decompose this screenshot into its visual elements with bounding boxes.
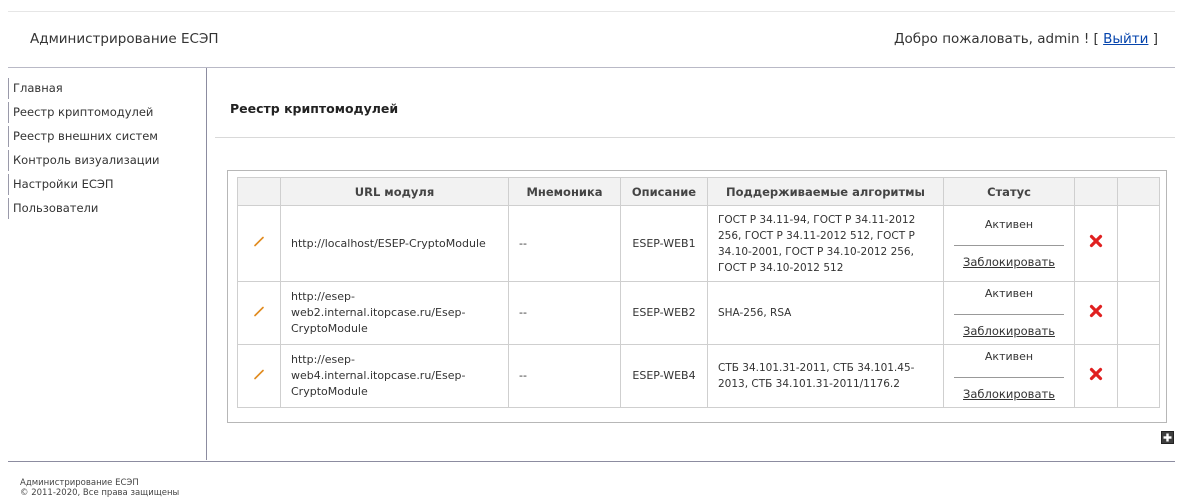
algorithms-cell: СТБ 34.101.31-2011, СТБ 34.101.45-2013, … — [707, 344, 944, 408]
pencil-icon[interactable] — [253, 235, 265, 252]
plus-icon — [1162, 432, 1173, 443]
empty-cell — [1117, 281, 1160, 345]
sidebar-item-settings[interactable]: Настройки ЕСЭП — [8, 174, 160, 195]
col-url-header: URL модуля — [280, 177, 509, 206]
url-cell: http://esep-web4.internal.itopcase.ru/Es… — [280, 344, 509, 408]
delete-cell — [1074, 281, 1118, 345]
status-cell: Активен Заблокировать — [943, 281, 1075, 345]
delete-icon[interactable] — [1089, 367, 1103, 386]
pencil-icon[interactable] — [253, 305, 265, 322]
sidebar-item-users[interactable]: Пользователи — [8, 198, 160, 219]
algorithms-cell: ГОСТ Р 34.11-94, ГОСТ Р 34.11-2012 256, … — [707, 205, 944, 282]
col-description-header: Описание — [620, 177, 708, 206]
status-cell: Активен Заблокировать — [943, 344, 1075, 408]
welcome-suffix: ] — [1148, 31, 1158, 47]
edit-cell — [237, 344, 281, 408]
crypto-modules-table: URL модуля Мнемоника Описание Поддержива… — [237, 177, 1160, 408]
col-algorithms-header: Поддерживаемые алгоритмы — [707, 177, 944, 206]
url-cell: http://esep-web2.internal.itopcase.ru/Es… — [280, 281, 509, 345]
description-cell: ESEP-WEB2 — [620, 281, 708, 345]
sidebar-item-home[interactable]: Главная — [8, 78, 160, 99]
welcome-text: Добро пожаловать, admin ! [ Выйти ] — [894, 31, 1158, 47]
footer-divider — [8, 461, 1175, 462]
status-active-text: Активен — [954, 217, 1064, 246]
pencil-icon[interactable] — [253, 368, 265, 385]
delete-icon[interactable] — [1089, 234, 1103, 253]
crypto-modules-table-container: URL модуля Мнемоника Описание Поддержива… — [227, 170, 1167, 423]
sidebar-item-external-systems[interactable]: Реестр внешних систем — [8, 126, 160, 147]
footer-app-name: Администрирование ЕСЭП — [20, 478, 139, 488]
app-title: Администрирование ЕСЭП — [30, 31, 219, 47]
empty-cell — [1117, 205, 1160, 282]
status-active-text: Активен — [954, 349, 1064, 378]
title-divider — [215, 137, 1175, 138]
status-cell: Активен Заблокировать — [943, 205, 1075, 282]
algorithms-cell: SHA-256, RSA — [707, 281, 944, 345]
welcome-prefix: Добро пожаловать, admin ! [ — [893, 31, 1104, 47]
block-link[interactable]: Заблокировать — [963, 386, 1055, 402]
footer: Администрирование ЕСЭП © 2011-2020, Все … — [20, 478, 179, 498]
col-status-header: Статус — [943, 177, 1075, 206]
top-divider — [8, 11, 1175, 12]
table-row: http://esep-web2.internal.itopcase.ru/Es… — [237, 281, 1160, 345]
sidebar: Главная Реестр криптомодулей Реестр внеш… — [8, 68, 207, 460]
col-mnemonic-header: Мнемоника — [508, 177, 621, 206]
add-button[interactable] — [1161, 431, 1174, 444]
block-link[interactable]: Заблокировать — [963, 323, 1055, 339]
description-cell: ESEP-WEB4 — [620, 344, 708, 408]
logout-link[interactable]: Выйти — [1103, 31, 1148, 47]
col-delete-header — [1074, 177, 1118, 206]
table-row: http://localhost/ESEP-CryptoModule -- ES… — [237, 205, 1160, 282]
footer-copyright: © 2011-2020, Все права защищены — [20, 488, 180, 498]
mnemonic-cell: -- — [508, 205, 621, 282]
delete-cell — [1074, 344, 1118, 408]
description-cell: ESEP-WEB1 — [620, 205, 708, 282]
page-title: Реестр криптомодулей — [230, 101, 399, 116]
sidebar-menu: Главная Реестр криптомодулей Реестр внеш… — [8, 78, 160, 222]
empty-cell — [1117, 344, 1160, 408]
url-cell: http://localhost/ESEP-CryptoModule — [280, 205, 509, 282]
sidebar-item-visualization-control[interactable]: Контроль визуализации — [8, 150, 160, 171]
table-row: http://esep-web4.internal.itopcase.ru/Es… — [237, 344, 1160, 408]
sidebar-item-crypto-modules[interactable]: Реестр криптомодулей — [8, 102, 160, 123]
edit-cell — [237, 281, 281, 345]
block-link[interactable]: Заблокировать — [963, 254, 1055, 270]
status-active-text: Активен — [954, 286, 1064, 315]
edit-cell — [237, 205, 281, 282]
mnemonic-cell: -- — [508, 281, 621, 345]
table-header-row: URL модуля Мнемоника Описание Поддержива… — [237, 177, 1160, 206]
delete-icon[interactable] — [1089, 304, 1103, 323]
col-edit-header — [237, 177, 281, 206]
col-empty-header — [1117, 177, 1160, 206]
mnemonic-cell: -- — [508, 344, 621, 408]
delete-cell — [1074, 205, 1118, 282]
